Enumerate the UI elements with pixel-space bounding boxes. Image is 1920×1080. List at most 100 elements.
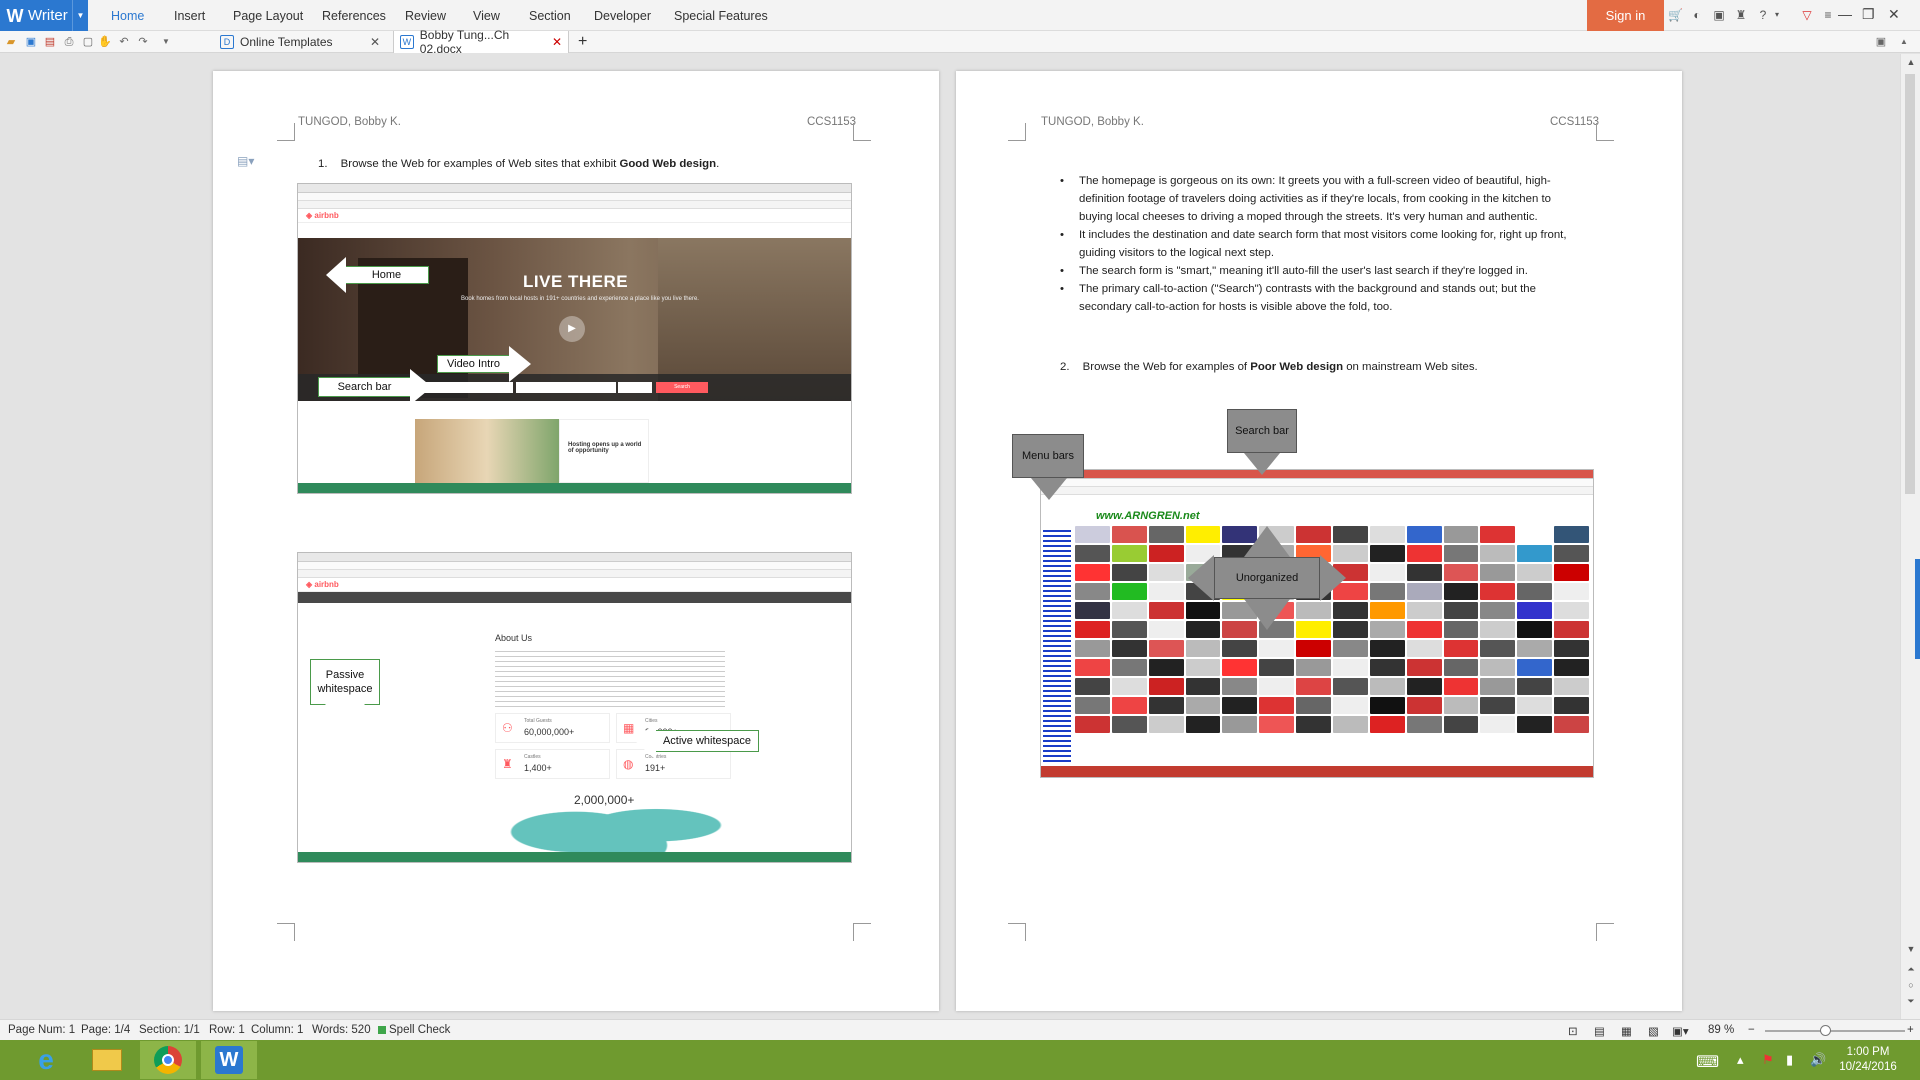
vertical-scrollbar[interactable]: ▲ ▼ ⏶ ○ ⏷ bbox=[1900, 54, 1920, 1019]
customize-dropdown-icon[interactable]: ▼ bbox=[159, 35, 173, 49]
collapse-ribbon-icon[interactable]: ▽ bbox=[1800, 8, 1814, 22]
list-text: Browse the Web for examples of Web sites… bbox=[340, 158, 620, 170]
tab-special-features[interactable]: Special Features bbox=[674, 9, 768, 23]
internet-explorer-icon[interactable]: e bbox=[18, 1041, 74, 1079]
network-icon[interactable]: ▮ bbox=[1786, 1052, 1793, 1068]
document-area[interactable]: TUNGOD, Bobby K. CCS1153 ▤▾ 1. Browse th… bbox=[0, 54, 1900, 1019]
status-page[interactable]: Page: 1/4 bbox=[81, 1024, 130, 1036]
panel-icon[interactable]: ▣ bbox=[1874, 35, 1888, 49]
chrome-icon[interactable] bbox=[140, 1041, 196, 1079]
outline-icon[interactable]: ▧ bbox=[1648, 1024, 1659, 1038]
writer-taskbar-icon[interactable]: W bbox=[201, 1041, 257, 1079]
cart-icon[interactable]: 🛒 bbox=[1668, 8, 1683, 22]
select-browse-icon[interactable]: ○ bbox=[1905, 980, 1917, 992]
new-tab-button[interactable]: + bbox=[578, 31, 587, 53]
save-icon[interactable]: ▣ bbox=[24, 35, 38, 49]
chevron-down-icon[interactable]: ▼ bbox=[72, 0, 88, 31]
chrome-logo-icon bbox=[154, 1046, 182, 1074]
fit-page-icon[interactable]: ⊡ bbox=[1568, 1024, 1578, 1038]
tab-page-layout[interactable]: Page Layout bbox=[233, 9, 303, 23]
export-pdf-icon[interactable]: ▤ bbox=[43, 35, 57, 49]
mini-taskbar bbox=[298, 483, 851, 493]
paragraph-options-icon[interactable]: ▤▾ bbox=[237, 154, 254, 168]
hero-subtitle: Book homes from local hosts in 191+ coun… bbox=[461, 296, 699, 302]
clock[interactable]: 1:00 PM 10/24/2016 bbox=[1828, 1045, 1908, 1075]
screenshot-arngren: www.ARNGREN.net bbox=[1040, 469, 1594, 778]
tab-section[interactable]: Section bbox=[529, 9, 571, 23]
stat-card: ⚇ Total Guests 60,000,000+ bbox=[495, 713, 610, 743]
screenshot-airbnb-about: ◈ airbnb About Us ⚇ Total Guests 60,000,… bbox=[297, 552, 852, 863]
scroll-up-icon[interactable]: ▲ bbox=[1905, 57, 1917, 69]
print-preview-icon[interactable]: ▢ bbox=[81, 35, 95, 49]
open-folder-icon[interactable]: ▰ bbox=[4, 35, 18, 49]
tab-references[interactable]: References bbox=[322, 9, 386, 23]
crop-mark bbox=[1008, 923, 1026, 941]
zoom-out-icon[interactable]: − bbox=[1748, 1024, 1755, 1036]
zoom-in-icon[interactable]: + bbox=[1907, 1024, 1914, 1036]
arrow-right-icon bbox=[509, 346, 531, 382]
page-2[interactable]: TUNGOD, Bobby K. CCS1153 • The homepage i… bbox=[956, 71, 1682, 1011]
volume-icon[interactable]: 🔊 bbox=[1810, 1052, 1826, 1068]
zoom-slider[interactable] bbox=[1765, 1025, 1905, 1036]
spell-check-label: Spell Check bbox=[389, 1024, 451, 1036]
options-icon[interactable]: ≡ bbox=[1821, 8, 1835, 22]
print-layout-icon[interactable]: ▦ bbox=[1621, 1024, 1632, 1038]
collapse-icon[interactable]: ▲ bbox=[1897, 35, 1911, 49]
tab-view[interactable]: View bbox=[473, 9, 500, 23]
action-center-icon[interactable]: ⚑ bbox=[1762, 1052, 1774, 1068]
arrow-down-icon bbox=[1244, 453, 1280, 475]
keyboard-icon[interactable]: ⌨ bbox=[1696, 1052, 1719, 1072]
page-1[interactable]: TUNGOD, Bobby K. CCS1153 ▤▾ 1. Browse th… bbox=[213, 71, 939, 1011]
help-dropdown-icon[interactable]: ▾ bbox=[1770, 8, 1784, 22]
scroll-marker bbox=[1915, 559, 1920, 659]
scroll-thumb[interactable] bbox=[1905, 74, 1915, 494]
tab-online-templates[interactable]: D Online Templates ✕ bbox=[214, 31, 386, 53]
undo-icon[interactable]: ↶ bbox=[117, 35, 131, 49]
tab-home[interactable]: Home bbox=[111, 9, 144, 23]
help-icon[interactable]: ? bbox=[1756, 8, 1770, 22]
reading-layout-icon[interactable]: ▣▾ bbox=[1672, 1024, 1689, 1038]
callout-menu-bars: Menu bars bbox=[1012, 434, 1084, 478]
close-tab-icon[interactable]: ✕ bbox=[552, 35, 562, 49]
tab-document[interactable]: W Bobby Tung...Ch 02.docx ✕ bbox=[393, 28, 569, 56]
restore-icon[interactable]: ❐ bbox=[1862, 6, 1875, 23]
airbnb-navbar: ◈ airbnb bbox=[298, 209, 851, 223]
crop-mark bbox=[1596, 123, 1614, 141]
app-menu-button[interactable]: W Writer ▼ bbox=[0, 0, 88, 31]
sign-in-button[interactable]: Sign in bbox=[1587, 0, 1664, 31]
tab-insert[interactable]: Insert bbox=[174, 9, 205, 23]
status-page-num[interactable]: Page Num: 1 bbox=[8, 1024, 75, 1036]
promo-photo bbox=[415, 419, 559, 483]
status-words[interactable]: Words: 520 bbox=[312, 1024, 371, 1036]
minimize-icon[interactable]: — bbox=[1838, 6, 1852, 22]
close-tab-icon[interactable]: ✕ bbox=[370, 35, 380, 49]
zoom-level[interactable]: 89 % bbox=[1708, 1024, 1734, 1036]
format-painter-icon[interactable]: ✋ bbox=[98, 35, 112, 49]
status-row: Row: 1 bbox=[209, 1024, 245, 1036]
prev-page-icon[interactable]: ⏶ bbox=[1905, 964, 1917, 976]
file-explorer-icon[interactable] bbox=[79, 1041, 135, 1079]
tab-developer[interactable]: Developer bbox=[594, 9, 651, 23]
play-icon: ▶ bbox=[559, 316, 585, 342]
skin-icon[interactable]: ◐ bbox=[1690, 8, 1704, 22]
status-section[interactable]: Section: 1/1 bbox=[139, 1024, 200, 1036]
next-page-icon[interactable]: ⏷ bbox=[1905, 996, 1917, 1008]
scroll-down-icon[interactable]: ▼ bbox=[1905, 944, 1917, 956]
clock-date: 10/24/2016 bbox=[1839, 1061, 1897, 1073]
mini-taskbar bbox=[298, 852, 851, 862]
show-hidden-icons[interactable]: ▴ bbox=[1737, 1052, 1744, 1068]
crop-mark bbox=[1008, 123, 1026, 141]
print-icon[interactable]: ⎙ bbox=[62, 35, 76, 49]
arrow-down-icon bbox=[1244, 599, 1290, 630]
tab-review[interactable]: Review bbox=[405, 9, 446, 23]
tab-bar: ▰ ▣ ▤ ⎙ ▢ ✋ ↶ ↷ ▼ D Online Templates ✕ W… bbox=[0, 28, 1920, 56]
city-icon: ▦ bbox=[623, 721, 635, 735]
redo-icon[interactable]: ↷ bbox=[136, 35, 150, 49]
spell-check[interactable]: Spell Check bbox=[378, 1024, 450, 1036]
bullet-text: The primary call-to-action ("Search") co… bbox=[1079, 283, 1536, 313]
close-icon[interactable]: ✕ bbox=[1888, 6, 1900, 23]
save-cloud-icon[interactable]: ▣ bbox=[1712, 8, 1726, 22]
zoom-slider-knob[interactable] bbox=[1820, 1025, 1831, 1036]
shirt-icon[interactable]: ♜ bbox=[1734, 8, 1748, 22]
web-layout-icon[interactable]: ▤ bbox=[1594, 1024, 1605, 1038]
